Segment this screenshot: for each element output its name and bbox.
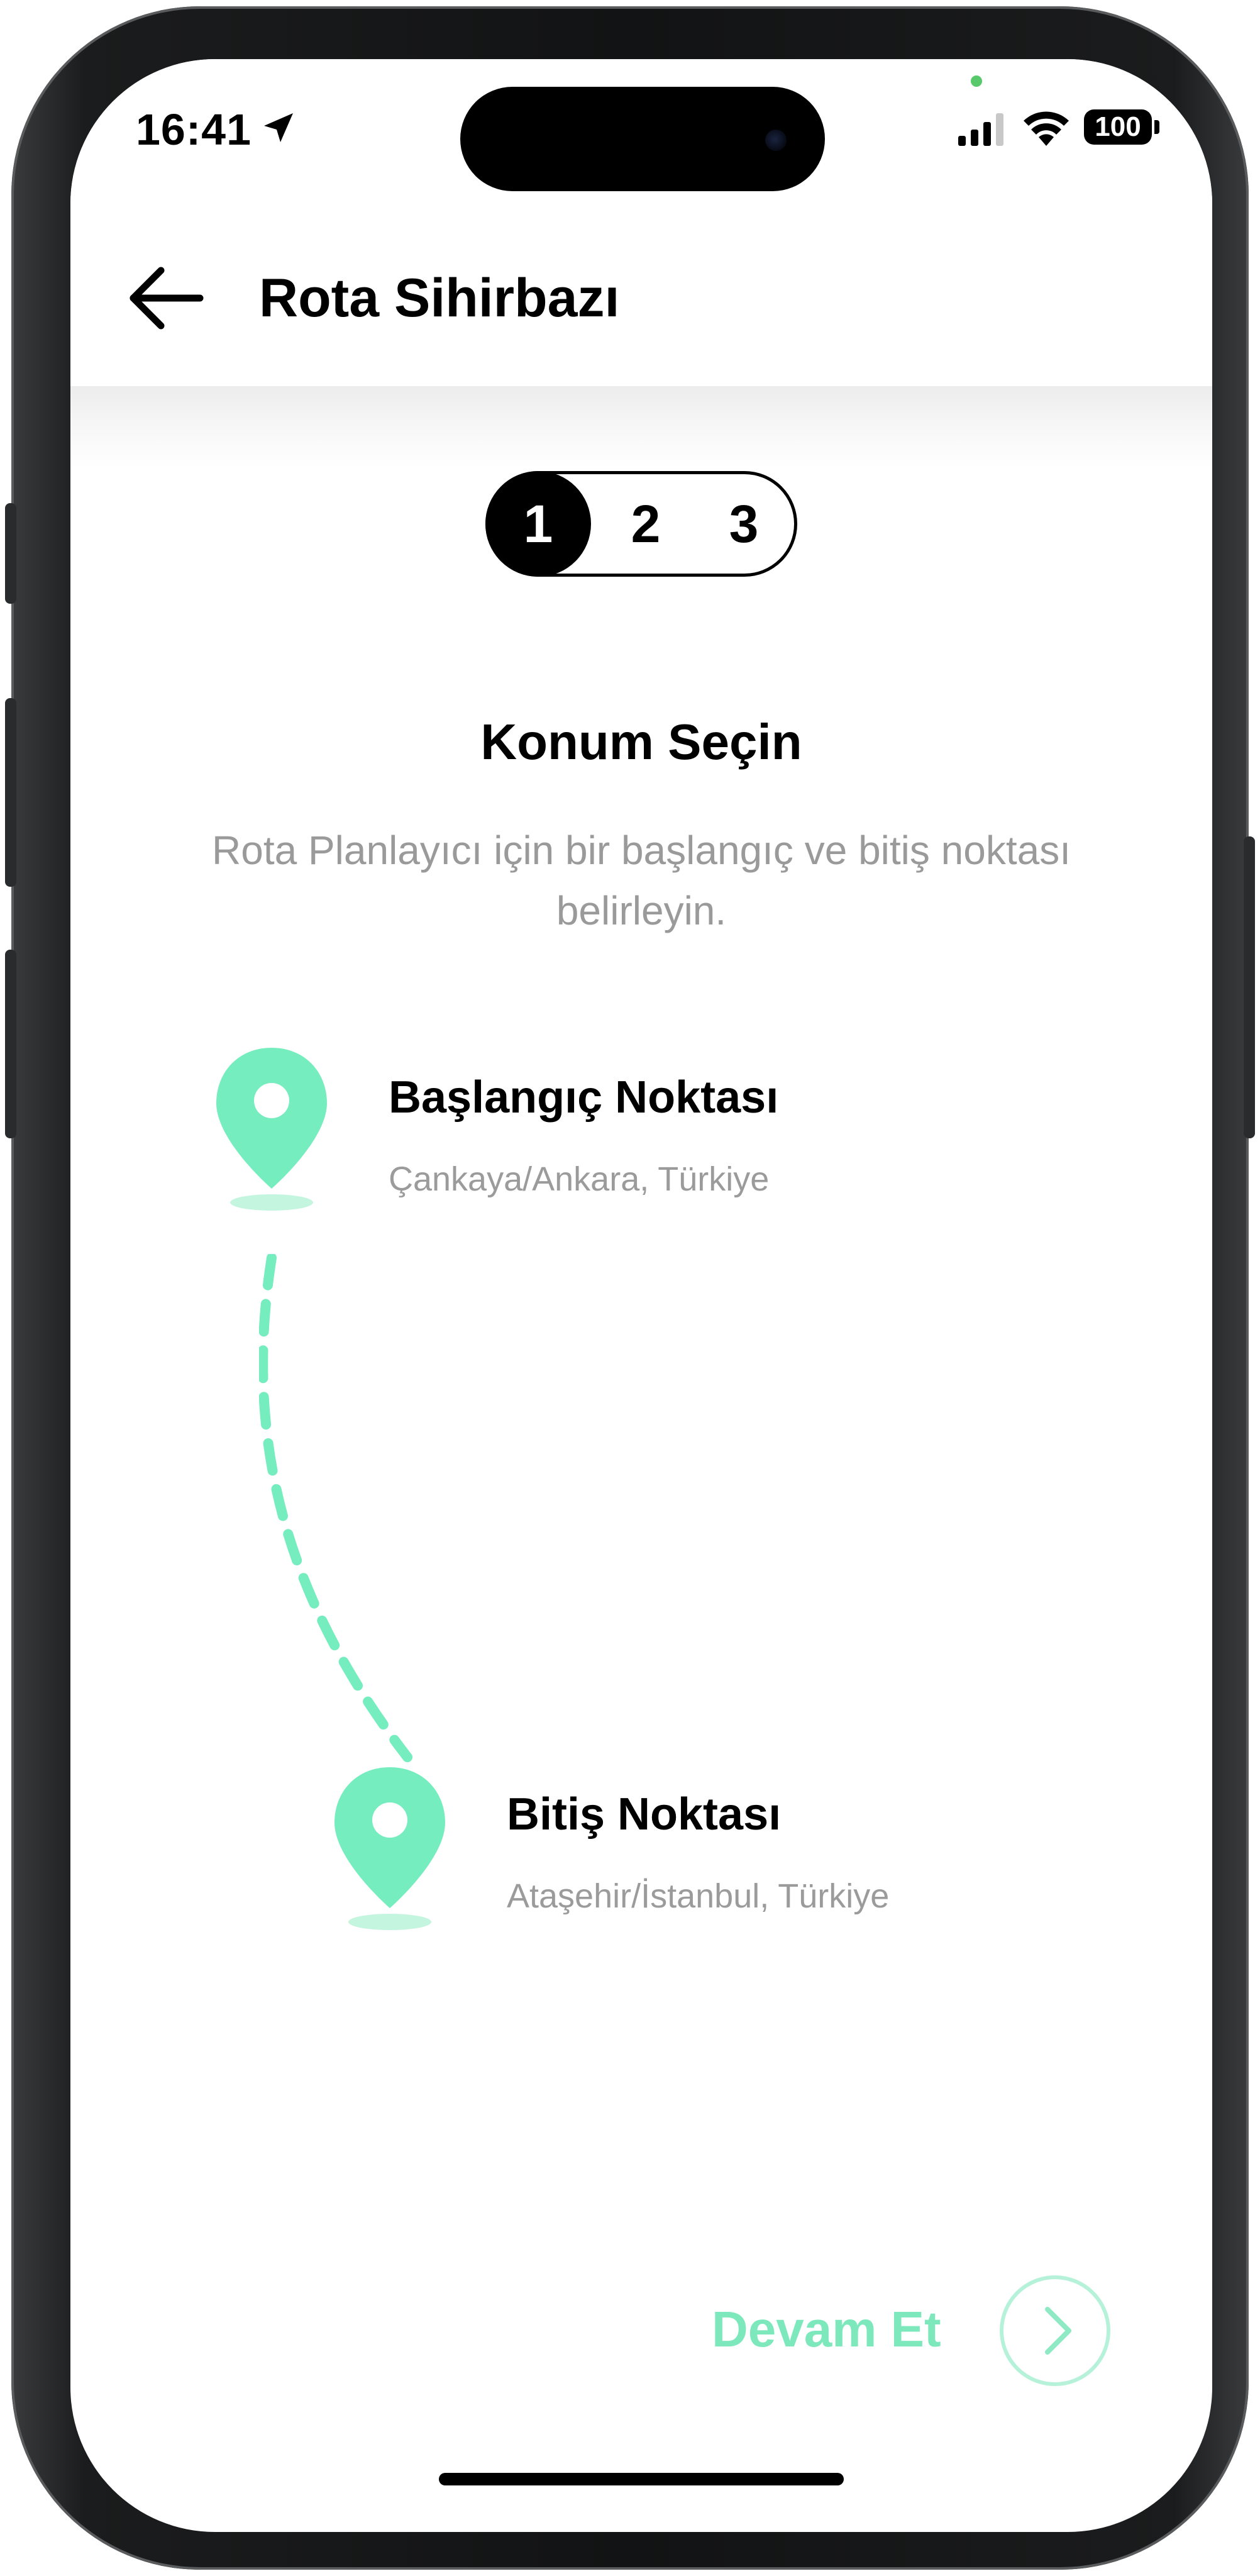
front-camera <box>765 130 787 151</box>
start-point-name[interactable]: Başlangıç Noktası <box>389 1072 778 1123</box>
status-time: 16:41 <box>136 105 252 154</box>
continue-button[interactable] <box>1000 2275 1110 2386</box>
page-title: Rota Sihirbazı <box>259 268 620 328</box>
mic-indicator <box>971 75 982 87</box>
battery-indicator: 100 <box>1084 109 1152 145</box>
phone-frame: 16:41 100 Rota Sihirbazı 1 2 3 Konum Seç… <box>5 6 1255 2570</box>
header-shadow <box>70 386 1212 468</box>
route-dashed-line <box>259 1254 412 1762</box>
step-2[interactable]: 2 <box>595 474 696 574</box>
start-point-address[interactable]: Çankaya/Ankara, Türkiye <box>389 1160 769 1199</box>
wifi-icon <box>1024 111 1069 146</box>
side-button-power <box>1244 836 1255 1138</box>
start-map-pin-icon <box>216 1048 327 1211</box>
app-screen: 16:41 100 Rota Sihirbazı 1 2 3 Konum Seç… <box>70 59 1212 2532</box>
step-indicator: 1 2 3 <box>485 471 797 577</box>
location-arrow-icon <box>264 113 293 142</box>
side-button-volume-down <box>5 950 16 1138</box>
home-indicator[interactable] <box>439 2473 844 2485</box>
section-title: Konum Seçin <box>480 714 802 770</box>
step-3[interactable]: 3 <box>694 474 794 574</box>
side-button-volume-up <box>5 698 16 887</box>
section-description: Rota Planlayıcı için bir başlangıç ve bi… <box>212 828 1071 933</box>
battery-cap <box>1154 120 1159 134</box>
back-arrow-icon[interactable] <box>121 260 209 336</box>
step-1[interactable]: 1 <box>485 471 591 577</box>
end-point-address[interactable]: Ataşehir/İstanbul, Türkiye <box>507 1877 889 1916</box>
side-button-silent <box>5 503 16 604</box>
end-point-name[interactable]: Bitiş Noktası <box>507 1789 781 1840</box>
chevron-right-icon <box>1045 2307 1071 2355</box>
end-map-pin-icon <box>334 1767 445 1930</box>
cellular-signal-icon <box>958 113 1003 146</box>
continue-label[interactable]: Devam Et <box>712 2292 941 2367</box>
